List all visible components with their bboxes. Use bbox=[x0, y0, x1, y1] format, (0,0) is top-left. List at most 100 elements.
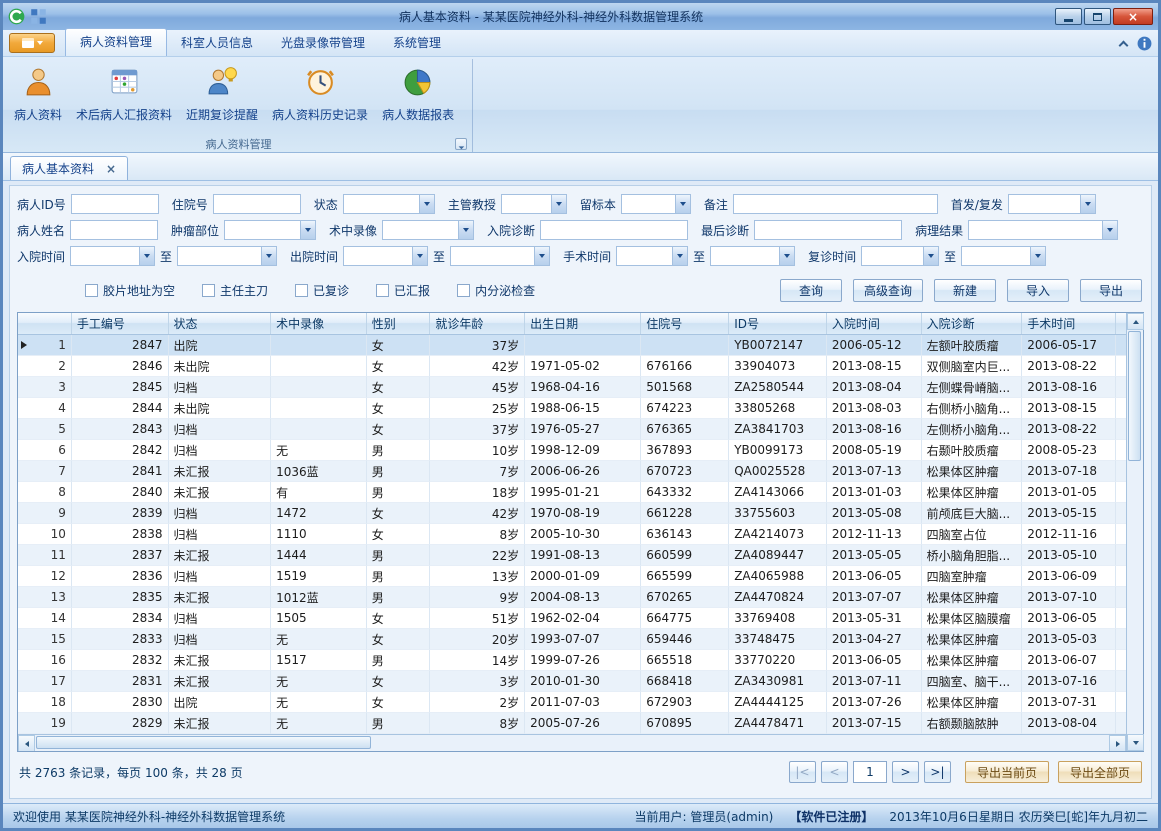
grid-row[interactable]: 132835未汇报1012蓝男9岁2004-08-13670265ZA44708… bbox=[18, 587, 1126, 608]
grid-cell[interactable]: 20岁 bbox=[430, 629, 525, 650]
close-button[interactable]: × bbox=[1113, 8, 1153, 25]
grid-header-cell[interactable]: 出生日期 bbox=[525, 313, 641, 334]
grid-cell[interactable]: 2006-05-17 bbox=[1022, 335, 1116, 356]
revisit-time-to-select[interactable] bbox=[961, 246, 1046, 266]
grid-cell[interactable]: 男 bbox=[367, 440, 431, 461]
grid-cell[interactable]: ZA2580544 bbox=[729, 377, 827, 398]
grid-cell[interactable]: 2013-08-15 bbox=[1022, 398, 1116, 419]
grid-cell[interactable]: 670265 bbox=[641, 587, 729, 608]
grid-cell[interactable]: 37岁 bbox=[430, 419, 525, 440]
grid-cell[interactable]: 未汇报 bbox=[169, 545, 272, 566]
maximize-button[interactable] bbox=[1084, 8, 1111, 25]
grid-cell[interactable]: 2000-01-09 bbox=[525, 566, 641, 587]
grid-header-cell[interactable]: 术中录像 bbox=[271, 313, 367, 334]
dropdown-arrow-icon[interactable] bbox=[923, 247, 938, 265]
horizontal-scrollbar[interactable] bbox=[18, 734, 1126, 751]
grid-cell[interactable]: 1110 bbox=[271, 524, 367, 545]
grid-cell[interactable]: 670895 bbox=[641, 713, 729, 734]
ribbon-tab-patient-data-management[interactable]: 病人资料管理 bbox=[65, 28, 167, 56]
grid-cell[interactable]: 男 bbox=[367, 461, 431, 482]
grid-cell[interactable]: 左额叶胶质瘤 bbox=[922, 335, 1023, 356]
grid-cell[interactable]: 未出院 bbox=[169, 356, 272, 377]
grid-cell[interactable]: 37岁 bbox=[430, 335, 525, 356]
grid-cell[interactable]: 2013-06-05 bbox=[827, 566, 922, 587]
grid-cell[interactable]: 1962-02-04 bbox=[525, 608, 641, 629]
grid-cell[interactable]: 未汇报 bbox=[169, 650, 272, 671]
grid-cell[interactable]: 女 bbox=[367, 608, 431, 629]
grid-cell[interactable]: 四脑室肿瘤 bbox=[922, 566, 1023, 587]
grid-cell[interactable]: 男 bbox=[367, 482, 431, 503]
grid-cell[interactable]: 归档 bbox=[169, 419, 272, 440]
grid-cell[interactable]: 2841 bbox=[72, 461, 169, 482]
admission-diagnosis-input[interactable] bbox=[540, 220, 688, 240]
grid-cell[interactable]: 1968-04-16 bbox=[525, 377, 641, 398]
grid-cell[interactable]: 无 bbox=[271, 440, 367, 461]
grid-cell[interactable]: 1517 bbox=[271, 650, 367, 671]
grid-cell[interactable]: 1995-01-21 bbox=[525, 482, 641, 503]
grid-row[interactable]: 182830出院无女2岁2011-07-03672903ZA4444125201… bbox=[18, 692, 1126, 713]
chief-surgeon-checkbox[interactable]: 主任主刀 bbox=[202, 282, 268, 299]
grid-cell[interactable]: 归档 bbox=[169, 608, 272, 629]
film-address-empty-checkbox[interactable]: 胶片地址为空 bbox=[85, 282, 175, 299]
horizontal-scroll-thumb[interactable] bbox=[36, 736, 371, 749]
grid-header-cell[interactable]: 手术时间 bbox=[1022, 313, 1116, 334]
grid-cell[interactable]: 右额颞脑脓肿 bbox=[922, 713, 1023, 734]
grid-cell[interactable]: 2013-01-03 bbox=[827, 482, 922, 503]
grid-cell[interactable]: 676365 bbox=[641, 419, 729, 440]
advanced-query-button[interactable]: 高级查询 bbox=[853, 279, 923, 302]
grid-cell[interactable]: 2013-07-11 bbox=[827, 671, 922, 692]
grid-cell[interactable]: 668418 bbox=[641, 671, 729, 692]
grid-cell[interactable]: 7岁 bbox=[430, 461, 525, 482]
grid-row[interactable]: 112837未汇报1444男22岁1991-08-13660599ZA40894… bbox=[18, 545, 1126, 566]
grid-cell[interactable]: 33805268 bbox=[729, 398, 827, 419]
grid-header-cell[interactable]: 手工编号 bbox=[72, 313, 169, 334]
grid-cell[interactable]: 2013-08-03 bbox=[827, 398, 922, 419]
grid-cell[interactable]: 有 bbox=[271, 482, 367, 503]
specimen-select[interactable] bbox=[621, 194, 691, 214]
grid-cell[interactable]: 女 bbox=[367, 377, 431, 398]
grid-cell[interactable]: 2013-05-05 bbox=[827, 545, 922, 566]
grid-cell[interactable]: 33769408 bbox=[729, 608, 827, 629]
grid-cell[interactable]: 33755603 bbox=[729, 503, 827, 524]
grid-cell[interactable]: 2830 bbox=[72, 692, 169, 713]
grid-cell[interactable]: 松果体区肿瘤 bbox=[922, 587, 1023, 608]
grid-cell[interactable]: 右侧桥小脑角... bbox=[922, 398, 1023, 419]
vertical-scroll-thumb[interactable] bbox=[1128, 331, 1141, 461]
grid-cell[interactable]: 未汇报 bbox=[169, 713, 272, 734]
export-all-pages-button[interactable]: 导出全部页 bbox=[1058, 761, 1142, 783]
grid-row[interactable]: 62842归档无男10岁1998-12-09367893YB0099173200… bbox=[18, 440, 1126, 461]
ribbon-tab-department-staff[interactable]: 科室人员信息 bbox=[167, 30, 267, 56]
grid-cell[interactable]: 男 bbox=[367, 566, 431, 587]
grid-row[interactable]: 22846未出院女42岁1971-05-02676166339040732013… bbox=[18, 356, 1126, 377]
grid-cell[interactable]: 无 bbox=[271, 629, 367, 650]
next-page-button[interactable]: > bbox=[892, 761, 919, 783]
grid-cell[interactable]: 女 bbox=[367, 503, 431, 524]
grid-row[interactable]: 152833归档无女20岁1993-07-0765944633748475201… bbox=[18, 629, 1126, 650]
grid-cell[interactable]: 659446 bbox=[641, 629, 729, 650]
grid-cell[interactable]: 归档 bbox=[169, 503, 272, 524]
grid-cell[interactable]: 无 bbox=[271, 671, 367, 692]
grid-cell[interactable]: 2834 bbox=[72, 608, 169, 629]
grid-cell[interactable]: 1998-12-09 bbox=[525, 440, 641, 461]
grid-row[interactable]: 102838归档1110女8岁2005-10-30636143ZA4214073… bbox=[18, 524, 1126, 545]
grid-cell[interactable]: 2013-07-15 bbox=[827, 713, 922, 734]
grid-header-cell[interactable]: 入院诊断 bbox=[922, 313, 1023, 334]
grid-cell[interactable]: 2843 bbox=[72, 419, 169, 440]
grid-cell[interactable]: 2010-01-30 bbox=[525, 671, 641, 692]
grid-cell[interactable]: ZA3430981 bbox=[729, 671, 827, 692]
revisit-reminder-button[interactable]: 近期复诊提醒 bbox=[179, 60, 265, 135]
grid-cell[interactable]: 643332 bbox=[641, 482, 729, 503]
grid-cell[interactable]: 2岁 bbox=[430, 692, 525, 713]
grid-cell[interactable]: 1971-05-02 bbox=[525, 356, 641, 377]
grid-cell[interactable]: 松果体区肿瘤 bbox=[922, 629, 1023, 650]
grid-cell[interactable]: 女 bbox=[367, 398, 431, 419]
grid-row[interactable]: 42844未出院女25岁1988-06-15674223338052682013… bbox=[18, 398, 1126, 419]
grid-cell[interactable] bbox=[271, 419, 367, 440]
grid-cell[interactable]: 2831 bbox=[72, 671, 169, 692]
grid-cell[interactable]: 9岁 bbox=[430, 587, 525, 608]
grid-cell[interactable]: 33904073 bbox=[729, 356, 827, 377]
grid-cell[interactable]: 无 bbox=[271, 692, 367, 713]
grid-cell[interactable]: 女 bbox=[367, 692, 431, 713]
grid-cell[interactable]: 672903 bbox=[641, 692, 729, 713]
grid-cell[interactable]: 33748475 bbox=[729, 629, 827, 650]
